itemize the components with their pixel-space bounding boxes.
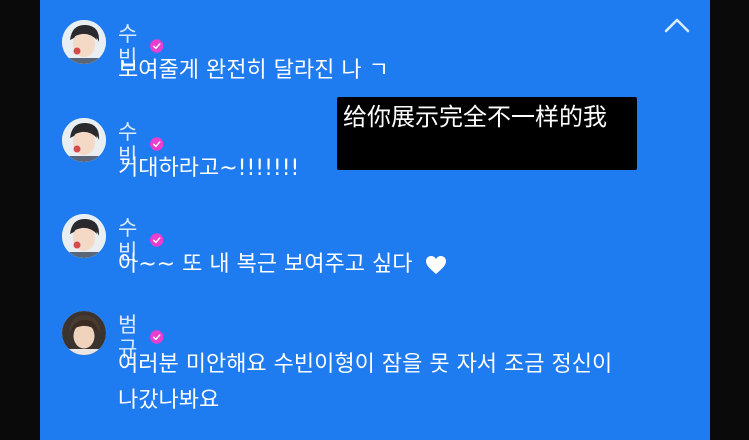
avatar[interactable] bbox=[62, 118, 106, 162]
message-text-row: 아~~ 또 내 복근 보여주고 싶다 bbox=[118, 250, 447, 280]
heart-icon bbox=[426, 256, 447, 274]
verified-badge-icon bbox=[149, 39, 164, 53]
chevron-up-icon bbox=[664, 18, 690, 33]
collapse-button[interactable] bbox=[662, 12, 692, 38]
message-text: 아~~ 또 내 복근 보여주고 싶다 bbox=[118, 252, 413, 277]
letterbox-left bbox=[0, 0, 40, 440]
avatar[interactable] bbox=[62, 311, 106, 355]
avatar[interactable] bbox=[62, 20, 106, 64]
verified-badge-icon bbox=[149, 330, 164, 344]
verified-badge-icon bbox=[149, 137, 164, 151]
message-text: 여러분 미안해요 수빈이형이 잠을 못 자서 조금 정신이 나갔나봐요 bbox=[118, 352, 613, 413]
verified-badge-icon bbox=[149, 233, 164, 247]
avatar[interactable] bbox=[62, 214, 106, 258]
message-text: 기대하라고~!!!!!!! bbox=[118, 156, 300, 181]
message-text: 보여줄게 완전히 달라진 나 ㄱ bbox=[118, 58, 389, 83]
letterbox-right bbox=[710, 0, 749, 440]
translation-subtitle: 给你展示完全不一样的我 bbox=[337, 97, 637, 170]
